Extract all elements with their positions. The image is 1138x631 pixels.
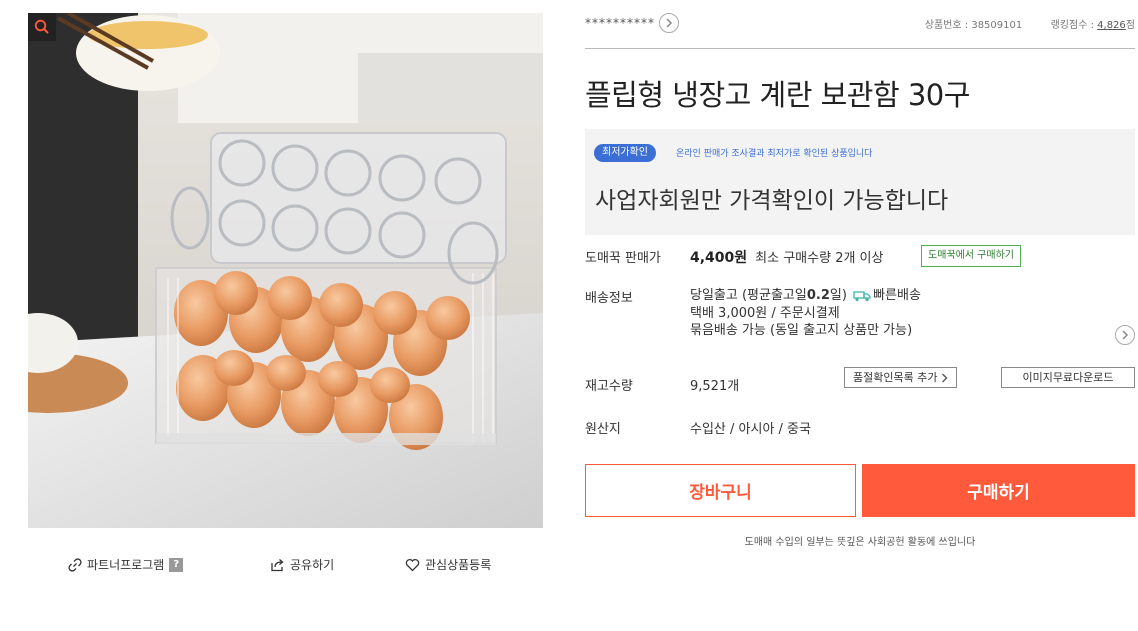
price-box: 최저가확인 온라인 판매가 조사결과 최저가로 확인된 상품입니다 사업자회원만…: [585, 129, 1135, 235]
product-photo: [28, 13, 543, 528]
seller-arrow-icon[interactable]: [659, 13, 679, 33]
stock-value: 9,521개: [690, 379, 740, 394]
ranking-value[interactable]: 4,826: [1097, 20, 1126, 31]
heart-icon: [405, 558, 420, 571]
product-title: 플립형 냉장고 계란 보관함 30구: [585, 78, 970, 112]
share-icon: [271, 558, 284, 571]
chevron-right-icon: [942, 373, 948, 382]
shipping-more-arrow-icon[interactable]: [1115, 325, 1135, 345]
product-meta: 상품번호 : 38509101 랭킹점수 : 4,826점: [925, 16, 1135, 31]
stock-label: 재고수량: [585, 379, 633, 394]
info-header: ********** 상품번호 : 38509101 랭킹점수 : 4,826점: [585, 10, 1135, 36]
header-divider: [585, 48, 1135, 49]
share-label: 공유하기: [290, 558, 335, 572]
lowest-price-note: 온라인 판매가 조사결과 최저가로 확인된 상품입니다: [676, 149, 873, 159]
same-day-shipping: 당일출고 (평균출고일: [690, 288, 807, 303]
stock-row: 재고수량 9,521개 품절확인목록 추가 이미지무료다운로드: [585, 367, 1135, 397]
help-icon[interactable]: ?: [169, 557, 184, 572]
ranking-unit: 점: [1125, 20, 1135, 31]
fast-delivery: 빠른배송: [873, 288, 921, 303]
add-wishlist-button[interactable]: 관심상품등록: [405, 556, 491, 573]
product-image[interactable]: [28, 13, 543, 528]
seller-link[interactable]: **********: [585, 13, 679, 33]
ranking-label: 랭킹점수 :: [1050, 20, 1094, 31]
zoom-button[interactable]: [28, 13, 56, 41]
avg-ship-days: 0.2: [806, 288, 830, 303]
wholesale-price-value-wrap: 4,400원 최소 구매수량 2개 이상: [690, 247, 883, 267]
lowest-price-badge: 최저가확인: [594, 144, 656, 162]
buy-on-domeggook-button[interactable]: 도매꾹에서 구매하기: [921, 245, 1021, 267]
origin-label: 원산지: [585, 422, 621, 437]
add-to-cart-button[interactable]: 장바구니: [585, 464, 856, 517]
ship-days-unit: 일): [829, 288, 847, 303]
shipping-line-1: 당일출고 (평균출고일0.2일) 빠른배송: [690, 287, 921, 305]
partner-program-label: 파트너프로그램: [87, 558, 165, 572]
business-only-notice: 사업자회원만 가격확인이 가능합니다: [595, 188, 949, 214]
buy-now-button[interactable]: 구매하기: [862, 464, 1135, 517]
truck-icon: [853, 290, 871, 301]
shipping-label: 배송정보: [585, 291, 633, 306]
shipping-info: 당일출고 (평균출고일0.2일) 빠른배송 택배 3,000원 / 주문시결제 …: [690, 287, 921, 340]
wholesale-price: 4,400원: [690, 250, 748, 266]
link-icon: [68, 557, 82, 572]
image-download-button[interactable]: 이미지무료다운로드: [1001, 367, 1135, 388]
wholesale-price-label: 도매꾹 판매가: [585, 251, 661, 266]
image-actions: 파트너프로그램 ? 공유하기 관심상품등록: [28, 556, 543, 576]
product-info: ********** 상품번호 : 38509101 랭킹점수 : 4,826점…: [585, 10, 1135, 548]
add-soldout-list-label: 품절확인목록 추가: [853, 371, 938, 384]
min-quantity: 최소 구매수량 2개 이상: [755, 251, 884, 266]
share-button[interactable]: 공유하기: [270, 556, 334, 573]
shipping-line-2: 택배 3,000원 / 주문시결제: [690, 305, 840, 321]
product-no: 38509101: [971, 20, 1023, 31]
partner-program-link[interactable]: 파트너프로그램 ?: [68, 556, 184, 573]
social-contribution-note: 도매매 수입의 일부는 뜻깊은 사회공헌 활동에 쓰입니다: [744, 537, 976, 548]
seller-name: **********: [585, 16, 655, 30]
search-icon: [34, 19, 49, 34]
origin-row: 원산지 수입산 / 아시아 / 중국: [585, 418, 1135, 438]
origin-value: 수입산 / 아시아 / 중국: [690, 422, 811, 437]
wholesale-price-row: 도매꾹 판매가 4,400원 최소 구매수량 2개 이상 도매꾹에서 구매하기: [585, 245, 1135, 271]
shipping-row: 배송정보 당일출고 (평균출고일0.2일) 빠른배송 택배 3,000원 / 주…: [585, 287, 1135, 359]
add-soldout-list-button[interactable]: 품절확인목록 추가: [844, 367, 958, 388]
wishlist-label: 관심상품등록: [425, 558, 492, 572]
product-no-label: 상품번호 :: [924, 20, 969, 31]
shipping-line-3: 묶음배송 가능 (동일 출고지 상품만 가능): [690, 323, 913, 338]
